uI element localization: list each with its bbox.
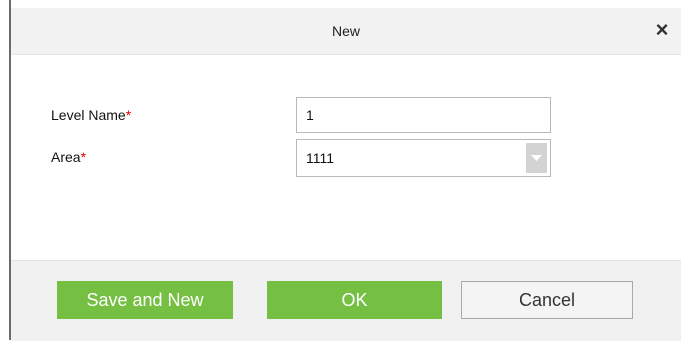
close-icon: × — [655, 17, 669, 42]
dialog-footer: Save and New OK Cancel — [11, 260, 681, 341]
ok-button[interactable]: OK — [267, 281, 442, 319]
save-and-new-button[interactable]: Save and New — [57, 281, 233, 319]
area-label: Area* — [51, 149, 86, 165]
level-name-input[interactable]: 1 — [296, 97, 551, 133]
level-name-label-text: Level Name — [51, 107, 126, 123]
dialog-title: New — [331, 23, 360, 39]
area-selected-value: 1111 — [306, 150, 335, 166]
area-label-text: Area — [51, 149, 81, 165]
close-button[interactable]: × — [651, 18, 673, 42]
level-name-label: Level Name* — [51, 107, 131, 123]
new-level-dialog: New × Level Name* 1 Area* 1111 Save and … — [11, 0, 681, 341]
form-body: Level Name* 1 Area* 1111 — [11, 55, 681, 260]
dropdown-toggle[interactable] — [526, 143, 547, 173]
cancel-button[interactable]: Cancel — [461, 281, 633, 319]
required-mark: * — [125, 107, 132, 123]
required-mark: * — [80, 149, 87, 165]
chevron-down-icon — [531, 155, 542, 161]
area-select[interactable]: 1111 — [296, 139, 551, 177]
dialog-titlebar: New × — [11, 8, 681, 55]
level-name-value: 1 — [306, 107, 314, 123]
